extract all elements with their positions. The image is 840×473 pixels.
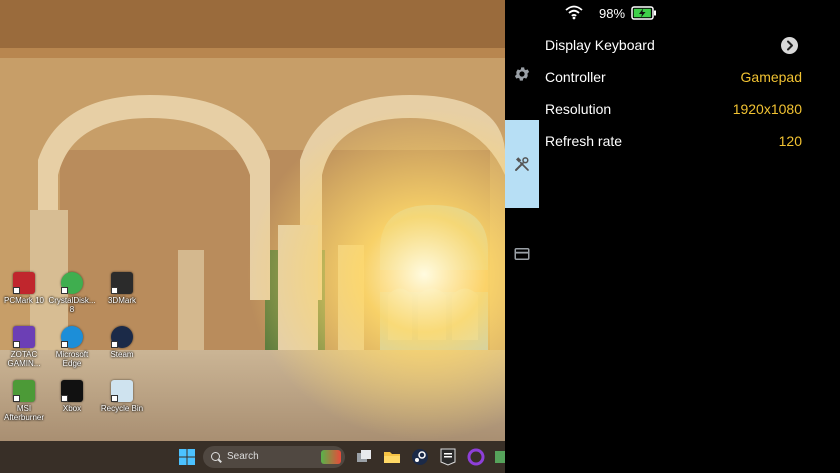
desktop-icon-label: Microsoft Edge <box>55 350 89 368</box>
desktop-icon-edge[interactable]: Microsoft Edge <box>46 326 98 368</box>
search-icon <box>211 452 220 461</box>
desktop-icon-label: 3DMark <box>107 296 136 305</box>
taskbar: Search <box>0 441 505 473</box>
app-circle-icon[interactable] <box>466 447 486 467</box>
desktop-icon-crystaldisk[interactable]: CrystalDisk... 8 <box>46 272 98 314</box>
tab-tools[interactable] <box>505 120 539 208</box>
steam-icon <box>111 326 133 348</box>
crystaldisk-icon <box>61 272 83 294</box>
battery-charging-icon <box>631 6 656 20</box>
file-explorer-icon[interactable] <box>382 447 402 467</box>
quick-settings-tabs <box>505 0 539 473</box>
pcmark-icon <box>13 272 35 294</box>
setting-refresh-rate[interactable]: Refresh rate 120 <box>545 130 802 152</box>
setting-value: Gamepad <box>740 69 802 85</box>
recycle-bin-icon <box>111 380 133 402</box>
gear-icon <box>514 67 530 81</box>
setting-value: 1920x1080 <box>732 101 802 117</box>
quick-settings-panel: 98% Display Keyboard Controller Gamepad … <box>539 0 840 473</box>
setting-value: 120 <box>778 133 802 149</box>
desktop-icon-pcmark[interactable]: PCMark 10 <box>0 272 50 305</box>
status-bar: 98% <box>552 4 672 22</box>
xbox-icon <box>61 380 83 402</box>
card-icon <box>514 248 530 260</box>
desktop-icon-recycle-bin[interactable]: Recycle Bin <box>96 380 148 413</box>
battery-percent: 98% <box>599 6 626 21</box>
edge-icon <box>61 326 83 348</box>
epic-games-icon[interactable] <box>438 447 458 467</box>
tab-settings[interactable] <box>505 52 539 96</box>
setting-label: Display Keyboard <box>545 37 655 53</box>
setting-resolution[interactable]: Resolution 1920x1080 <box>545 98 802 120</box>
setting-label: Controller <box>545 69 606 85</box>
start-icon[interactable] <box>177 447 197 467</box>
search-box[interactable]: Search <box>203 446 345 468</box>
desktop-icon-3dmark[interactable]: 3DMark <box>96 272 148 305</box>
desktop-icon-xbox[interactable]: Xbox <box>46 380 98 413</box>
zotac-icon <box>13 326 35 348</box>
msi-afterburner-icon <box>13 380 35 402</box>
desktop: PCMark 10 CrystalDisk... 8 3DMark ZOTAC … <box>0 0 505 473</box>
task-view-icon[interactable] <box>354 447 374 467</box>
desktop-icon-label: CrystalDisk... 8 <box>48 296 96 314</box>
setting-label: Refresh rate <box>545 133 623 149</box>
maps-icon <box>321 450 341 464</box>
desktop-icon-label: ZOTAC GAMIN... <box>7 350 41 368</box>
setting-label: Resolution <box>545 101 612 117</box>
setting-controller[interactable]: Controller Gamepad <box>545 66 802 88</box>
desktop-icon-zotac[interactable]: ZOTAC GAMIN... <box>0 326 50 368</box>
chevron-right-icon[interactable] <box>781 37 798 54</box>
app-icon[interactable] <box>494 447 505 467</box>
desktop-icon-label: Xbox <box>62 404 82 413</box>
desktop-icon-label: PCMark 10 <box>3 296 44 305</box>
wifi-icon <box>565 5 583 20</box>
steam-taskbar-icon[interactable] <box>410 447 430 467</box>
desktop-icon-msi-afterburner[interactable]: MSI Afterburner <box>0 380 50 422</box>
tab-card[interactable] <box>505 232 539 276</box>
desktop-icon-steam[interactable]: Steam <box>96 326 148 359</box>
tools-icon <box>515 157 529 171</box>
3dmark-icon <box>111 272 133 294</box>
desktop-icon-label: Recycle Bin <box>100 404 144 413</box>
desktop-icon-label: Steam <box>110 350 134 359</box>
desktop-icon-label: MSI Afterburner <box>3 404 45 422</box>
setting-display-keyboard[interactable]: Display Keyboard <box>545 34 802 56</box>
search-placeholder: Search <box>227 451 259 462</box>
